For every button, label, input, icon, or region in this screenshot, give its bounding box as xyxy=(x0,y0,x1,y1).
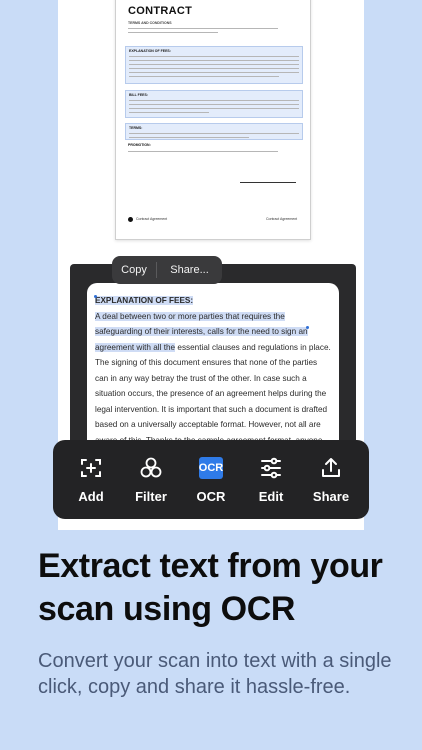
ocr-text-card[interactable]: EXPLANATION OF FEES: A deal between two … xyxy=(87,283,339,443)
copy-menu-item[interactable]: Copy xyxy=(112,264,156,276)
document-text-line xyxy=(129,76,279,78)
document-section-heading: EXPLANATION OF FEES: xyxy=(129,49,171,53)
promo-subline: Convert your scan into text with a singl… xyxy=(38,650,392,698)
document-text-line xyxy=(129,56,299,58)
ocr-label: OCR xyxy=(196,489,226,504)
ocr-heading: EXPLANATION OF FEES: xyxy=(95,296,194,305)
ocr-icon: OCR xyxy=(198,455,224,481)
document-section-heading: BILL FEES: xyxy=(129,93,148,97)
document-text-line xyxy=(129,68,299,70)
document-text-line xyxy=(129,100,299,102)
edit-label: Edit xyxy=(258,489,284,504)
ocr-text-body[interactable]: EXPLANATION OF FEES: A deal between two … xyxy=(95,293,331,443)
document-text-line xyxy=(129,137,249,139)
document-section-terms: TERMS: xyxy=(125,123,303,140)
document-text-line xyxy=(129,112,209,114)
document-text-line xyxy=(129,133,299,135)
share-menu-item[interactable]: Share... xyxy=(157,264,222,276)
ocr-button[interactable]: OCR OCR xyxy=(183,450,239,510)
add-button[interactable]: Add xyxy=(63,450,119,510)
document-text-line xyxy=(128,151,278,153)
context-menu: Copy Share... xyxy=(112,256,222,284)
document-text-line xyxy=(129,60,299,62)
document-text-line xyxy=(129,72,299,74)
document-section-heading: TERMS: xyxy=(129,126,143,130)
share-icon xyxy=(318,455,344,481)
document-logo-dot xyxy=(128,217,133,222)
sliders-icon xyxy=(258,455,284,481)
document-subtitle: TERMS AND CONDITIONS xyxy=(128,21,172,25)
document-section-fees: EXPLANATION OF FEES: xyxy=(125,46,303,84)
share-label: Share xyxy=(312,489,350,504)
filter-label: Filter xyxy=(135,489,167,504)
ocr-badge: OCR xyxy=(199,457,223,479)
scanned-document-preview[interactable]: CONTRACT TERMS AND CONDITIONS EXPLANATIO… xyxy=(115,0,311,240)
selection-end-handle[interactable] xyxy=(306,326,309,329)
edit-button[interactable]: Edit xyxy=(243,450,299,510)
document-footer-right: Contract Agreement xyxy=(266,217,298,221)
document-text-line xyxy=(129,64,299,66)
promo-headline: Extract text from your scan using OCR xyxy=(38,547,383,628)
document-title: CONTRACT xyxy=(128,5,193,17)
document-text-line xyxy=(129,104,299,106)
document-text-line xyxy=(128,32,218,34)
filter-button[interactable]: Filter xyxy=(123,450,179,510)
document-promotion-heading: PROMOTION: xyxy=(128,143,151,147)
add-label: Add xyxy=(78,489,104,504)
add-scan-icon xyxy=(78,455,104,481)
document-footer-left: Contract Agreement xyxy=(136,217,168,221)
document-text-line xyxy=(128,28,278,30)
filter-icon xyxy=(138,455,164,481)
document-text-line xyxy=(129,108,299,110)
ocr-body-text[interactable]: essential clauses and regulations in pla… xyxy=(95,343,331,444)
share-button[interactable]: Share xyxy=(303,450,359,510)
signature-line xyxy=(240,182,296,183)
bottom-toolbar: Add Filter OCR OCR Edit Share xyxy=(53,440,369,519)
selection-start-handle[interactable] xyxy=(94,295,97,298)
document-section-bill-fees: BILL FEES: xyxy=(125,90,303,118)
